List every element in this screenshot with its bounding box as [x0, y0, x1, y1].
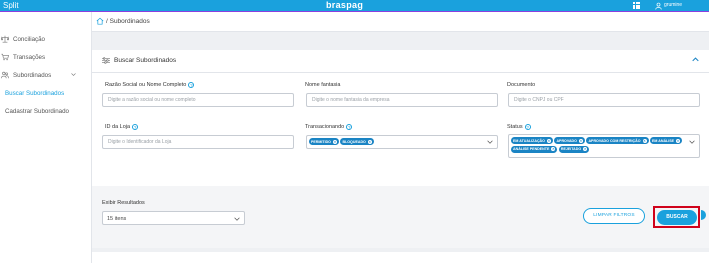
home-icon[interactable]	[96, 17, 104, 25]
chevron-down-icon	[234, 217, 240, 221]
id-loja-label: ID da Loja ?	[105, 124, 139, 130]
panel-divider	[92, 72, 709, 73]
remove-tag-icon[interactable]: ×	[332, 139, 337, 144]
search-button-highlight: BUSCAR	[653, 206, 700, 228]
remove-tag-icon[interactable]: ×	[676, 138, 681, 143]
remove-tag-icon[interactable]: ×	[546, 138, 551, 143]
tag-em-atualizacao: EM ATUALIZAÇÃO ×	[511, 137, 553, 144]
brand-logo: braspag	[326, 0, 364, 10]
help-icon[interactable]: ?	[132, 124, 139, 130]
remove-tag-icon[interactable]: ×	[551, 147, 556, 151]
status-select[interactable]: EM ATUALIZAÇÃO × APROVADO × APROVADO COM R…	[508, 134, 700, 158]
results-list-area	[92, 252, 709, 263]
users-icon	[1, 71, 9, 79]
remove-tag-icon[interactable]: ×	[367, 139, 372, 144]
sidebar-item-subordinados[interactable]: Subordinados	[0, 67, 92, 83]
results-label: Exibir Resultados	[102, 200, 145, 206]
documento-label: Documento	[507, 82, 536, 88]
tag-em-analise: EM ANÁLISE ×	[650, 137, 683, 144]
sidebar-item-conciliacao[interactable]: Conciliação	[0, 31, 92, 47]
breadcrumb-text: / Subordinados	[106, 18, 150, 25]
cart-icon	[1, 53, 9, 61]
apps-grid-icon[interactable]	[633, 2, 640, 9]
tag-aprovado: APROVADO ×	[554, 137, 585, 144]
results-per-page-select[interactable]: 15 itens	[102, 211, 245, 225]
help-icon[interactable]: ?	[524, 124, 531, 130]
user-icon[interactable]	[655, 2, 662, 10]
app-name[interactable]: Split	[3, 1, 19, 10]
sidebar-item-label: Subordinados	[13, 71, 52, 79]
tag-bloqueado: BLOQUEADO ×	[340, 138, 374, 145]
sidebar-item-transacoes[interactable]: Transações	[0, 49, 92, 65]
documento-input[interactable]	[508, 93, 700, 107]
remove-tag-icon[interactable]: ×	[583, 147, 588, 151]
chevron-down-icon[interactable]	[487, 140, 493, 144]
fantasia-input[interactable]	[306, 93, 498, 107]
user-name[interactable]: grumine	[664, 2, 682, 8]
clear-filters-button[interactable]: LIMPAR FILTROS	[583, 208, 645, 224]
sidebar-subitem-buscar-subordinados[interactable]: Buscar Subordinados	[5, 90, 64, 97]
remove-tag-icon[interactable]: ×	[578, 138, 583, 143]
sidebar-item-label: Transações	[13, 53, 46, 61]
help-icon[interactable]: ?	[346, 124, 353, 130]
filter-sliders-icon	[102, 57, 110, 64]
fantasia-label: Nome fantasia	[305, 82, 341, 88]
balance-icon	[1, 35, 9, 43]
tag-rejeitado: REJEITADO ×	[558, 145, 590, 153]
sidebar-subitem-cadastrar-subordinado[interactable]: Cadastrar Subordinado	[5, 108, 69, 115]
sidebar: Conciliação Transações Subordinados Busc…	[0, 12, 92, 263]
id-loja-input[interactable]	[102, 135, 294, 149]
collapse-chevron-up-icon[interactable]	[692, 57, 699, 62]
remove-tag-icon[interactable]: ×	[642, 138, 647, 143]
chevron-down-icon[interactable]	[689, 140, 695, 144]
tag-analise-pendente: ANÁLISE PENDENTE ×	[511, 145, 558, 153]
breadcrumb: / Subordinados	[92, 12, 709, 32]
sidebar-item-label: Conciliação	[13, 35, 45, 43]
results-per-page-value: 15 itens	[107, 215, 127, 222]
search-button[interactable]: BUSCAR	[657, 209, 697, 225]
transacionando-select[interactable]: PERMITIDO × BLOQUEADO ×	[306, 135, 498, 149]
search-panel: Buscar Subordinados Razão Social ou Nome…	[92, 50, 709, 248]
chevron-down-icon	[71, 73, 76, 76]
help-icon[interactable]: ?	[188, 82, 195, 88]
top-bar: Split braspag grumine	[0, 0, 709, 12]
tag-permitido: PERMITIDO ×	[309, 138, 339, 145]
razao-input[interactable]	[102, 93, 294, 107]
tag-aprovado-com-restricao: APROVADO COM RESTRIÇÃO ×	[586, 137, 649, 144]
status-label: Status ?	[507, 124, 531, 130]
panel-title: Buscar Subordinados	[114, 57, 177, 64]
transacionando-label: Transacionando ?	[305, 124, 353, 130]
razao-label: Razão Social ou Nome Completo ?	[105, 82, 195, 88]
